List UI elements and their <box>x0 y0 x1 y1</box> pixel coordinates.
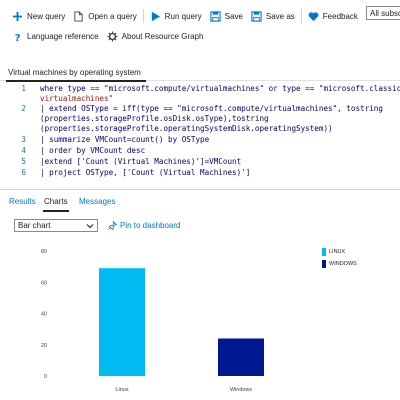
toolbar-separator <box>142 9 144 23</box>
pin-icon <box>108 221 117 230</box>
bar-linux <box>99 268 145 376</box>
editor-line: 3 | summarize VMCount=count() by OSType <box>0 135 400 146</box>
y-tick-label: 60 <box>41 280 47 286</box>
x-tick-label: Linux <box>115 387 128 393</box>
line-number: 5 <box>21 157 26 166</box>
save-as-icon <box>251 10 262 22</box>
legend-swatch-windows <box>322 260 326 268</box>
pane-divider[interactable] <box>0 189 400 190</box>
editor-line: 6 | project OSType, ['Count (Virtual Mach… <box>0 168 400 179</box>
document-icon <box>74 10 83 22</box>
legend-item-windows: WINDOWS <box>322 260 357 268</box>
editor-line: (properties.storageProfile.operatingSyst… <box>0 124 400 135</box>
tab-messages[interactable]: Messages <box>79 197 115 206</box>
code-text: | summarize VMCount=count() by OSType <box>40 135 210 144</box>
about-resource-graph-label: About Resource Graph <box>121 31 204 41</box>
code-text: |extend ['Count (Virtual Machines)']=VMC… <box>40 157 242 166</box>
tab-virtual-machines-by-os[interactable]: Virtual machines by operating system <box>8 68 141 77</box>
code-text: (properties.storageProfile.operatingSyst… <box>40 124 333 133</box>
line-number: 4 <box>21 146 26 155</box>
feedback-button[interactable]: Feedback <box>304 7 362 25</box>
toolbar: New query Open a query Run query Save Sa… <box>0 0 400 46</box>
about-resource-graph-link[interactable]: About Resource Graph <box>103 27 208 45</box>
editor-line: 5 |extend ['Count (Virtual Machines)']=VM… <box>0 157 400 168</box>
toolbar-row-help: ? Language reference About Resource Grap… <box>0 26 207 46</box>
legend-label-windows: WINDOWS <box>329 261 357 267</box>
save-button[interactable]: Save <box>206 7 247 25</box>
svg-text:?: ? <box>15 33 21 42</box>
chevron-down-icon <box>86 224 94 229</box>
legend-item-linux: LINUX <box>322 248 345 256</box>
query-tab-strip: Virtual machines by operating system <box>0 67 400 82</box>
new-query-label: New query <box>27 11 66 21</box>
toolbar-separator <box>300 9 302 23</box>
question-icon: ? <box>15 33 21 42</box>
save-icon <box>210 10 221 22</box>
save-as-label: Save as <box>265 11 295 21</box>
pin-to-dashboard-button[interactable]: Pin to dashboard <box>108 219 181 232</box>
query-editor[interactable]: 1 where type == "microsoft.compute/virtua… <box>0 82 400 188</box>
code-text: | project OSType, ['Count (Virtual Machi… <box>40 168 251 177</box>
tab-charts[interactable]: Charts <box>44 197 68 206</box>
y-tick-label: 0 <box>44 374 47 380</box>
active-tab-indicator <box>43 210 69 212</box>
heart-icon <box>308 11 319 21</box>
code-text: | order by VMCount desc <box>40 146 146 155</box>
bar-chart: 0 20 40 60 80 Linux Windows LINUX WINDOWS <box>0 240 400 400</box>
code-text: virtualmachines" <box>40 94 114 103</box>
code-text: where type == "microsoft.compute/virtual… <box>40 84 400 93</box>
chart-type-select[interactable]: Bar chart <box>14 219 98 232</box>
y-tick-label: 80 <box>41 249 47 255</box>
plus-icon <box>12 11 23 21</box>
legend-label-linux: LINUX <box>329 249 346 255</box>
new-query-button[interactable]: New query <box>8 7 69 25</box>
code-text: | extend OSType = iff(type == "microsoft… <box>40 104 383 113</box>
y-tick-label: 20 <box>41 343 47 349</box>
subscriptions-filter[interactable]: All subscri <box>366 6 400 20</box>
open-query-label: Open a query <box>88 11 137 21</box>
pin-to-dashboard-label: Pin to dashboard <box>120 221 181 230</box>
x-tick-label: Windows <box>230 387 253 393</box>
gear-icon <box>107 30 118 42</box>
chart-type-value: Bar chart <box>18 221 51 230</box>
line-number: 1 <box>21 84 26 93</box>
bar-windows <box>218 338 264 376</box>
y-tick-label: 40 <box>41 312 47 318</box>
save-as-button[interactable]: Save as <box>247 7 299 25</box>
code-text: (properties.storageProfile.osDisk.osType… <box>40 114 269 123</box>
tab-results[interactable]: Results <box>9 197 36 206</box>
line-number: 3 <box>21 135 26 144</box>
line-number: 6 <box>21 168 26 177</box>
line-number: 2 <box>21 104 26 113</box>
save-label: Save <box>224 11 243 21</box>
run-query-button[interactable]: Run query <box>146 7 206 25</box>
language-reference-link[interactable]: ? Language reference <box>8 27 103 45</box>
legend-swatch-linux <box>322 248 326 256</box>
feedback-label: Feedback <box>322 11 358 21</box>
play-icon <box>151 11 160 21</box>
toolbar-row-actions: New query Open a query Run query Save Sa… <box>0 6 362 26</box>
open-query-button[interactable]: Open a query <box>69 7 140 25</box>
language-reference-label: Language reference <box>27 31 99 41</box>
editor-line: 4 | order by VMCount desc <box>0 146 400 157</box>
run-query-label: Run query <box>164 11 202 21</box>
